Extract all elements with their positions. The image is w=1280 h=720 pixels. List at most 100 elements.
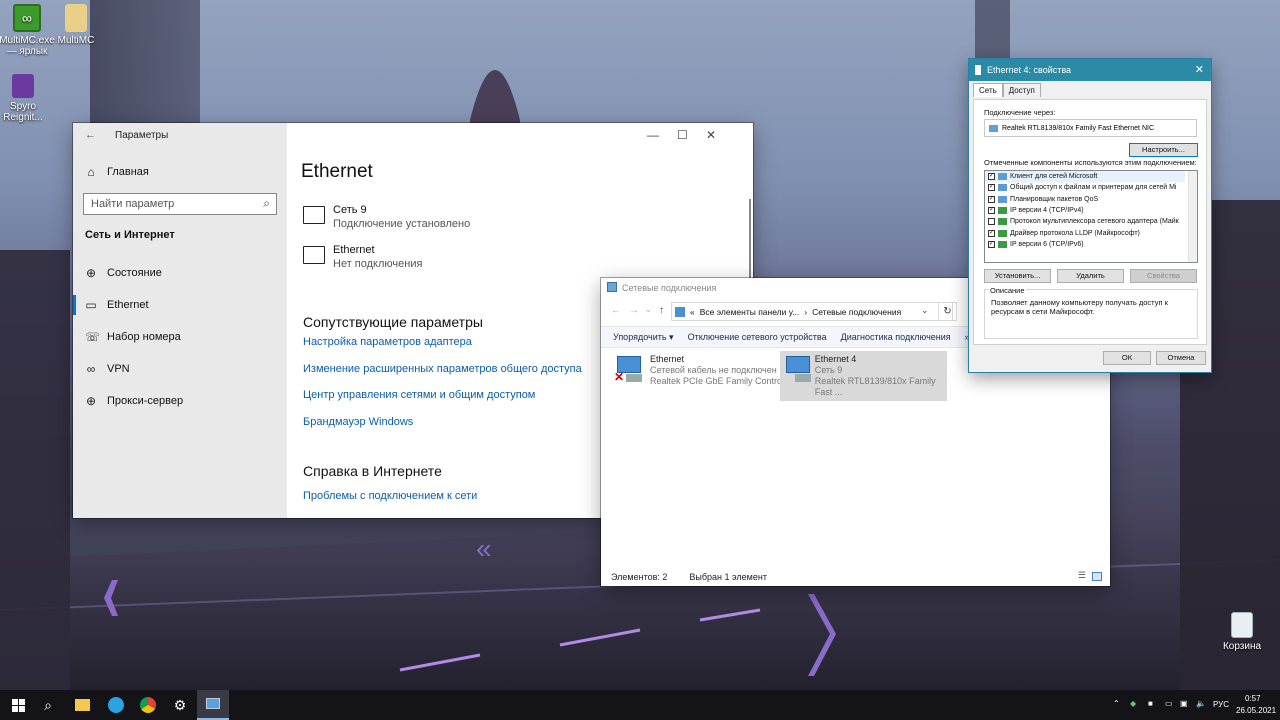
sidebar-item-status[interactable]: ⊕ Состояние (85, 263, 162, 283)
ethernet-monitor-icon (303, 246, 325, 264)
component-checkbox[interactable]: ✓ (988, 184, 995, 192)
minimize-icon[interactable]: — (647, 128, 659, 142)
battery-icon[interactable]: ▭ (1165, 699, 1173, 708)
connection-item-ethernet[interactable]: Ethernet Нет подключения (303, 244, 422, 270)
clock-time[interactable]: 0:57 (1245, 694, 1261, 703)
chrome-icon[interactable] (138, 695, 158, 715)
link-sharing-options[interactable]: Изменение расширенных параметров общего … (303, 363, 582, 375)
component-item[interactable]: ✓ Клиент для сетей Microsoft (985, 171, 1185, 183)
component-item[interactable]: ✓ Планировщик пакетов QoS (985, 194, 1185, 205)
component-checkbox[interactable]: ✓ (988, 240, 995, 248)
close-icon[interactable]: ✕ (706, 128, 716, 142)
status-item-count: Элементов: 2 (611, 572, 668, 582)
component-item[interactable]: ✓ Драйвер протокола LLDP (Майкрософт) (985, 227, 1185, 238)
status-bar: Элементов: 2 Выбран 1 элемент (611, 572, 767, 582)
install-button[interactable]: Установить... (984, 269, 1051, 283)
start-button[interactable] (8, 695, 28, 715)
breadcrumb-item[interactable]: Сетевые подключения (812, 307, 901, 317)
component-checkbox[interactable]: ✓ (988, 195, 995, 203)
link-connection-problems[interactable]: Проблемы с подключением к сети (303, 490, 477, 502)
component-label: IP версии 6 (TCP/IPv6) (1010, 240, 1084, 248)
clock-date[interactable]: 26.05.2021 (1236, 706, 1276, 715)
breadcrumb[interactable]: « Все элементы панели у... › Сетевые под… (671, 302, 953, 321)
cancel-button[interactable]: Отмена (1156, 351, 1206, 365)
adapter-ethernet[interactable]: ✕ Ethernet Сетевой кабель не подключен R… (611, 351, 797, 390)
component-item[interactable]: ✓ Общий доступ к файлам и принтерам для с… (985, 182, 1185, 193)
sidebar-item-ethernet[interactable]: ▭ Ethernet (85, 295, 148, 315)
close-icon[interactable]: ✕ (1195, 63, 1204, 76)
link-firewall[interactable]: Брандмауэр Windows (303, 416, 413, 428)
sidebar-item-label: Главная (107, 166, 149, 178)
refresh-icon[interactable]: ↻ (938, 302, 957, 321)
list-scrollbar[interactable] (1188, 171, 1197, 262)
breadcrumb-item[interactable]: Все элементы панели у... (700, 307, 800, 317)
properties-button[interactable]: Свойства (1130, 269, 1197, 283)
component-item[interactable]: Протокол мультиплексора сетевого адаптер… (985, 216, 1185, 227)
connection-item-network9[interactable]: Сеть 9 Подключение установлено (303, 204, 470, 230)
disable-device-button[interactable]: Отключение сетевого устройства (688, 332, 827, 342)
search-icon[interactable]: ⌕ (38, 695, 58, 715)
component-icon (998, 218, 1007, 226)
sidebar-item-dialup[interactable]: ☏ Набор номера (85, 327, 181, 347)
sidebar-item-vpn[interactable]: ∞ VPN (85, 359, 130, 379)
desktop-icon-multimc-folder[interactable]: MultiMC (45, 4, 107, 46)
volume-icon[interactable]: 🔈 (1196, 699, 1206, 708)
chevron-down-icon[interactable]: ⌄ (921, 305, 929, 316)
breadcrumb-overflow[interactable]: « (690, 307, 695, 317)
settings-gear-icon[interactable]: ⚙ (170, 695, 190, 715)
link-network-center[interactable]: Центр управления сетями и общим доступом (303, 389, 535, 401)
tab-network[interactable]: Сеть (973, 83, 1003, 97)
network-plug-icon (975, 65, 981, 75)
link-adapter-settings[interactable]: Настройка параметров адаптера (303, 336, 472, 348)
up-arrow-icon[interactable]: ↑ (659, 305, 664, 316)
component-item[interactable]: ✓ IP версии 4 (TCP/IPv4) (985, 205, 1185, 216)
organize-button[interactable]: Упорядочить ▾ (613, 332, 674, 343)
component-checkbox[interactable]: ✓ (988, 173, 995, 181)
tiles-view-icon[interactable] (1092, 572, 1102, 581)
recent-dropdown-icon[interactable]: ⌄ (645, 305, 652, 314)
adapter-ethernet-4[interactable]: Ethernet 4 Сеть 9 Realtek RTL8139/810x F… (780, 351, 947, 401)
description-text: Позволяет данному компьютеру получать до… (991, 298, 1168, 316)
components-list[interactable]: ✓ Клиент для сетей Microsoft ✓ Общий доступ… (984, 170, 1198, 263)
network-tab-panel: Подключение через: Realtek RTL8139/810x … (973, 99, 1207, 345)
sidebar-item-proxy[interactable]: ⊕ Прокси-сервер (85, 391, 183, 411)
component-checkbox[interactable]: ✓ (988, 229, 995, 237)
ethernet-icon: ▭ (85, 298, 97, 312)
search-input[interactable]: Найти параметр ⌕ (83, 193, 277, 215)
search-icon: ⌕ (263, 196, 270, 210)
component-icon (998, 195, 1007, 203)
input-language[interactable]: РУС (1213, 700, 1229, 709)
description-label: Описание (989, 286, 1026, 295)
remove-button[interactable]: Удалить (1057, 269, 1124, 283)
details-view-icon[interactable]: ☰ (1078, 570, 1086, 581)
ok-button[interactable]: ОК (1103, 351, 1151, 365)
taskbar: ⌕ ⚙ ⌃ ◆ ■ ▭ ▣ 🔈 РУС 0:57 26.05.2021 (0, 690, 1280, 720)
tray-app-icon[interactable]: ◆ (1130, 699, 1136, 708)
desktop-icon-recycle-bin[interactable]: Корзина (1211, 612, 1273, 652)
component-checkbox[interactable]: ✓ (988, 207, 995, 215)
recycle-bin-icon (1231, 612, 1253, 638)
maximize-icon[interactable]: ☐ (677, 128, 688, 142)
adapter-device: Realtek RTL8139/810x Family Fast ... (814, 376, 936, 397)
desktop-icon-label: Корзина (1222, 641, 1262, 652)
adapter-status: Сеть 9 (814, 365, 843, 375)
back-arrow-icon[interactable]: ← (611, 305, 621, 316)
tab-sharing[interactable]: Доступ (1002, 83, 1041, 97)
network-tray-icon[interactable]: ▣ (1180, 699, 1188, 708)
diagnose-button[interactable]: Диагностика подключения (841, 332, 951, 342)
tray-app-icon[interactable]: ■ (1148, 699, 1153, 708)
file-explorer-icon[interactable] (72, 695, 92, 715)
sidebar-item-home[interactable]: ⌂ Главная (85, 162, 149, 182)
adapter-name: Ethernet 4 (814, 354, 857, 364)
related-settings-title: Сопутствующие параметры (303, 314, 483, 330)
telegram-icon[interactable] (106, 695, 126, 715)
forward-arrow-icon[interactable]: → (629, 305, 639, 316)
tray-overflow-icon[interactable]: ⌃ (1113, 699, 1120, 708)
component-item[interactable]: ✓ IP версии 6 (TCP/IPv6) (985, 239, 1185, 250)
desktop-icon-spyro[interactable]: Spyro Reignit... (0, 74, 54, 123)
network-connections-taskbar-button[interactable] (197, 690, 229, 720)
component-checkbox[interactable] (988, 218, 995, 226)
configure-button[interactable]: Настроить... (1129, 143, 1198, 157)
svg-text:«: « (476, 533, 492, 564)
back-arrow-icon[interactable]: ← (85, 129, 96, 141)
